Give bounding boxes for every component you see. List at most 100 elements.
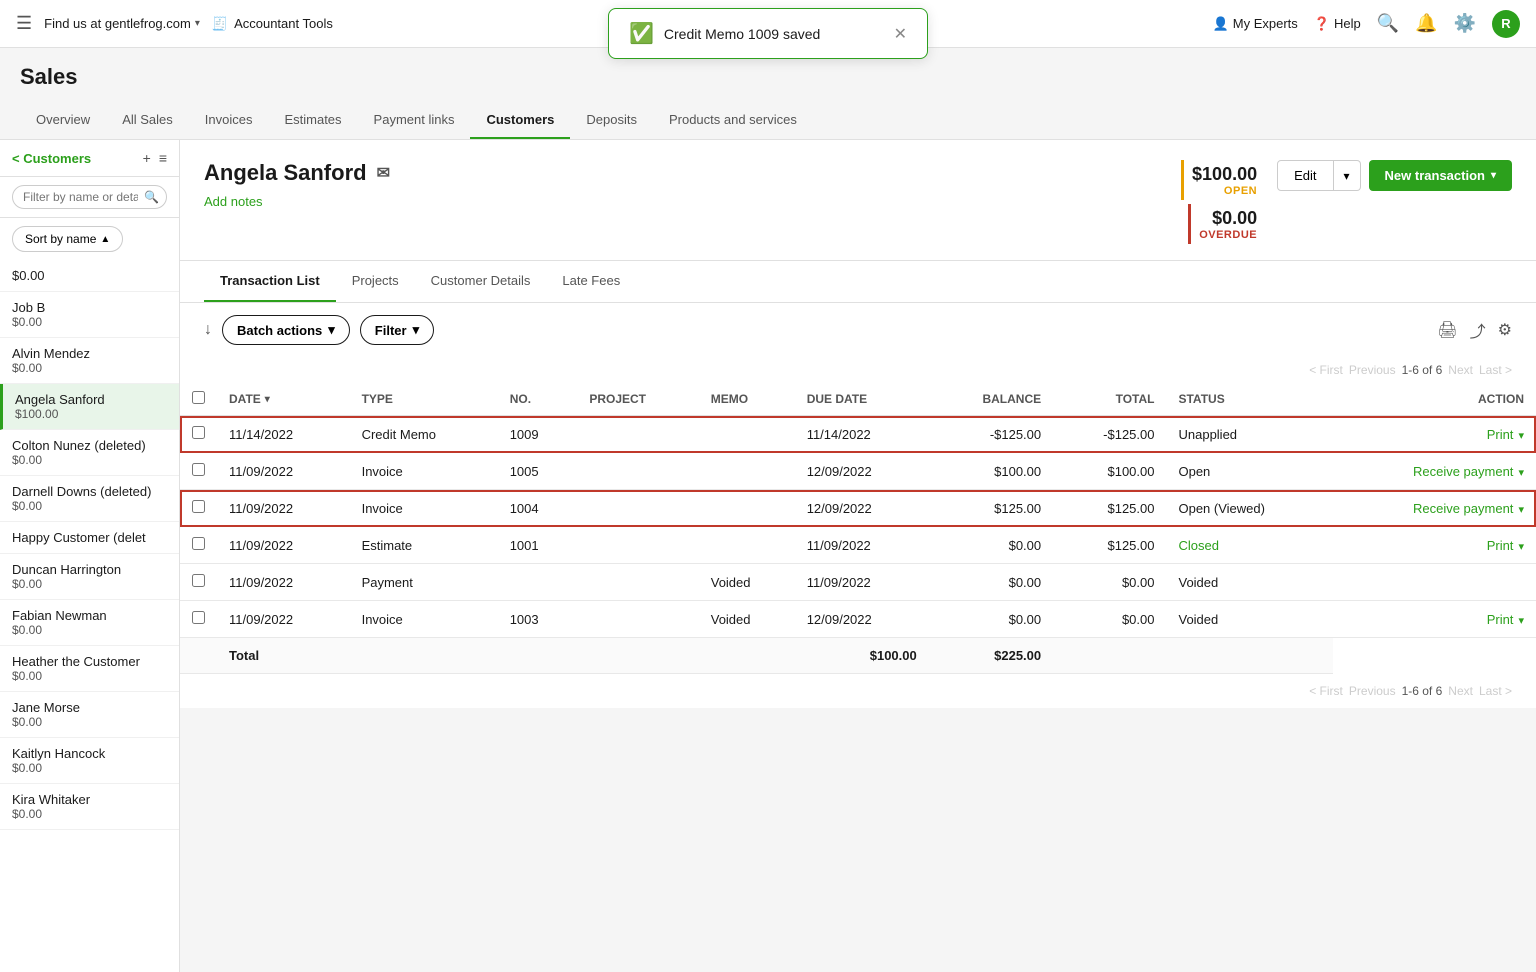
table-cell: 1005 [498, 453, 578, 490]
next-page-link-bottom[interactable]: Next [1448, 684, 1473, 698]
edit-button[interactable]: Edit [1277, 160, 1333, 191]
previous-page-link-bottom[interactable]: Previous [1349, 684, 1396, 698]
sidebar-customer-item[interactable]: Jane Morse$0.00 [0, 692, 179, 738]
sidebar-customer-item[interactable]: Colton Nunez (deleted)$0.00 [0, 430, 179, 476]
tab-products-and-services[interactable]: Products and services [653, 102, 813, 139]
tab-all-sales[interactable]: All Sales [106, 102, 189, 139]
action-button[interactable]: Receive payment [1413, 501, 1513, 516]
back-to-customers[interactable]: < Customers [12, 151, 91, 166]
table-cell: 1003 [498, 601, 578, 638]
action-dropdown-icon[interactable]: ▾ [1515, 615, 1524, 627]
new-transaction-button[interactable]: New transaction ▾ [1369, 160, 1512, 191]
avatar[interactable]: R [1492, 10, 1520, 38]
table-cell-action: Receive payment ▾ [1333, 490, 1536, 527]
action-button[interactable]: Print [1487, 538, 1514, 553]
add-customer-icon[interactable]: + [143, 150, 151, 166]
sidebar-customer-item[interactable]: Happy Customer (delet [0, 522, 179, 554]
sort-arrow-icon[interactable]: ↓ [204, 321, 212, 339]
action-button[interactable]: Receive payment [1413, 464, 1513, 479]
tab-deposits[interactable]: Deposits [570, 102, 653, 139]
gear-icon[interactable]: ⚙️ [1454, 13, 1476, 34]
sidebar-customer-name: Happy Customer (delet [12, 530, 167, 545]
row-checkbox[interactable] [192, 537, 205, 550]
last-page-link-top[interactable]: Last > [1479, 363, 1512, 377]
export-icon[interactable]: ⤴ [1470, 318, 1486, 342]
settings-icon[interactable]: ⚙ [1498, 320, 1512, 340]
edit-button-group: Edit ▾ [1277, 160, 1360, 191]
action-dropdown-icon[interactable]: ▾ [1515, 541, 1524, 553]
table-cell: $100.00 [929, 453, 1053, 490]
action-button[interactable]: Print [1487, 612, 1514, 627]
sidebar-customer-item[interactable]: Job B$0.00 [0, 292, 179, 338]
table-cell: $125.00 [1053, 527, 1166, 564]
email-icon[interactable]: ✉ [377, 163, 390, 183]
sidebar-customer-item[interactable]: Kaitlyn Hancock$0.00 [0, 738, 179, 784]
sidebar-customer-name: Kira Whitaker [12, 792, 167, 807]
pagination-bottom: < First Previous 1-6 of 6 Next Last > [180, 674, 1536, 708]
sidebar-customer-item[interactable]: Darnell Downs (deleted)$0.00 [0, 476, 179, 522]
sidebar-customer-item[interactable]: Duncan Harrington$0.00 [0, 554, 179, 600]
site-selector[interactable]: Find us at gentlefrog.com ▾ [44, 16, 200, 31]
list-icon[interactable]: ≡ [159, 150, 167, 166]
sidebar-customer-item[interactable]: Angela Sanford$100.00 [0, 384, 179, 430]
sidebar-customer-item[interactable]: Kira Whitaker$0.00 [0, 784, 179, 830]
bell-icon[interactable]: 🔔 [1415, 13, 1437, 34]
action-button[interactable]: Print [1487, 427, 1514, 442]
tab-overview[interactable]: Overview [20, 102, 106, 139]
content-area: Angela Sanford ✉ Add notes $100.00 OPEN [180, 140, 1536, 972]
table-cell: 1009 [498, 416, 578, 453]
sidebar-customer-name: Duncan Harrington [12, 562, 167, 577]
tab-estimates[interactable]: Estimates [268, 102, 357, 139]
row-checkbox[interactable] [192, 426, 205, 439]
filter-button[interactable]: Filter ▾ [360, 315, 434, 345]
table-cell [699, 453, 795, 490]
row-checkbox[interactable] [192, 611, 205, 624]
accountant-tools[interactable]: 🧾 Accountant Tools [212, 16, 333, 32]
tab-payment-links[interactable]: Payment links [358, 102, 471, 139]
table-cell: $0.00 [929, 527, 1053, 564]
batch-actions-button[interactable]: Batch actions ▾ [222, 315, 350, 345]
sidebar-search-area: 🔍 [0, 177, 179, 218]
inner-tab-late-fees[interactable]: Late Fees [546, 261, 636, 302]
add-notes-link[interactable]: Add notes [204, 194, 263, 209]
action-dropdown-icon[interactable]: ▾ [1515, 467, 1524, 479]
inner-tab-transaction-list[interactable]: Transaction List [204, 261, 336, 302]
action-dropdown-icon[interactable]: ▾ [1515, 504, 1524, 516]
sidebar-customer-item[interactable]: Fabian Newman$0.00 [0, 600, 179, 646]
print-icon[interactable]: 🖨 [1437, 320, 1457, 340]
next-page-link-top[interactable]: Next [1448, 363, 1473, 377]
table-cell: 11/09/2022 [795, 564, 929, 601]
site-selector-label: Find us at gentlefrog.com [44, 16, 191, 31]
hamburger-icon[interactable]: ☰ [16, 13, 32, 34]
row-checkbox[interactable] [192, 574, 205, 587]
row-checkbox[interactable] [192, 463, 205, 476]
help-button[interactable]: ❓ Help [1314, 16, 1361, 32]
sidebar-customer-item[interactable]: Heather the Customer$0.00 [0, 646, 179, 692]
customer-name-text: Angela Sanford [204, 160, 367, 186]
last-page-link-bottom[interactable]: Last > [1479, 684, 1512, 698]
sort-by-name-button[interactable]: Sort by name ▲ [12, 226, 123, 252]
inner-tab-customer-details[interactable]: Customer Details [415, 261, 547, 302]
table-cell: 1004 [498, 490, 578, 527]
edit-dropdown-button[interactable]: ▾ [1334, 160, 1361, 191]
first-page-link-top[interactable]: < First [1309, 363, 1343, 377]
my-experts-button[interactable]: 👤 My Experts [1213, 16, 1298, 32]
table-header-action: ACTION [1333, 383, 1536, 416]
previous-page-link-top[interactable]: Previous [1349, 363, 1396, 377]
search-icon[interactable]: 🔍 [1377, 13, 1399, 34]
table-cell [699, 490, 795, 527]
action-dropdown-icon[interactable]: ▾ [1515, 430, 1524, 442]
row-checkbox[interactable] [192, 500, 205, 513]
sidebar-customer-item[interactable]: $0.00 [0, 260, 179, 292]
sidebar-customer-item[interactable]: Alvin Mendez$0.00 [0, 338, 179, 384]
table-header-status: STATUS [1166, 383, 1332, 416]
first-page-link-bottom[interactable]: < First [1309, 684, 1343, 698]
tab-customers[interactable]: Customers [470, 102, 570, 139]
table-header-date[interactable]: DATE ▾ [217, 383, 350, 416]
table-cell: Credit Memo [350, 416, 498, 453]
page-range-bottom: 1-6 of 6 [1402, 684, 1443, 698]
notification-close-icon[interactable]: ✕ [894, 24, 907, 44]
inner-tab-projects[interactable]: Projects [336, 261, 415, 302]
select-all-checkbox[interactable] [192, 391, 205, 404]
tab-invoices[interactable]: Invoices [189, 102, 269, 139]
